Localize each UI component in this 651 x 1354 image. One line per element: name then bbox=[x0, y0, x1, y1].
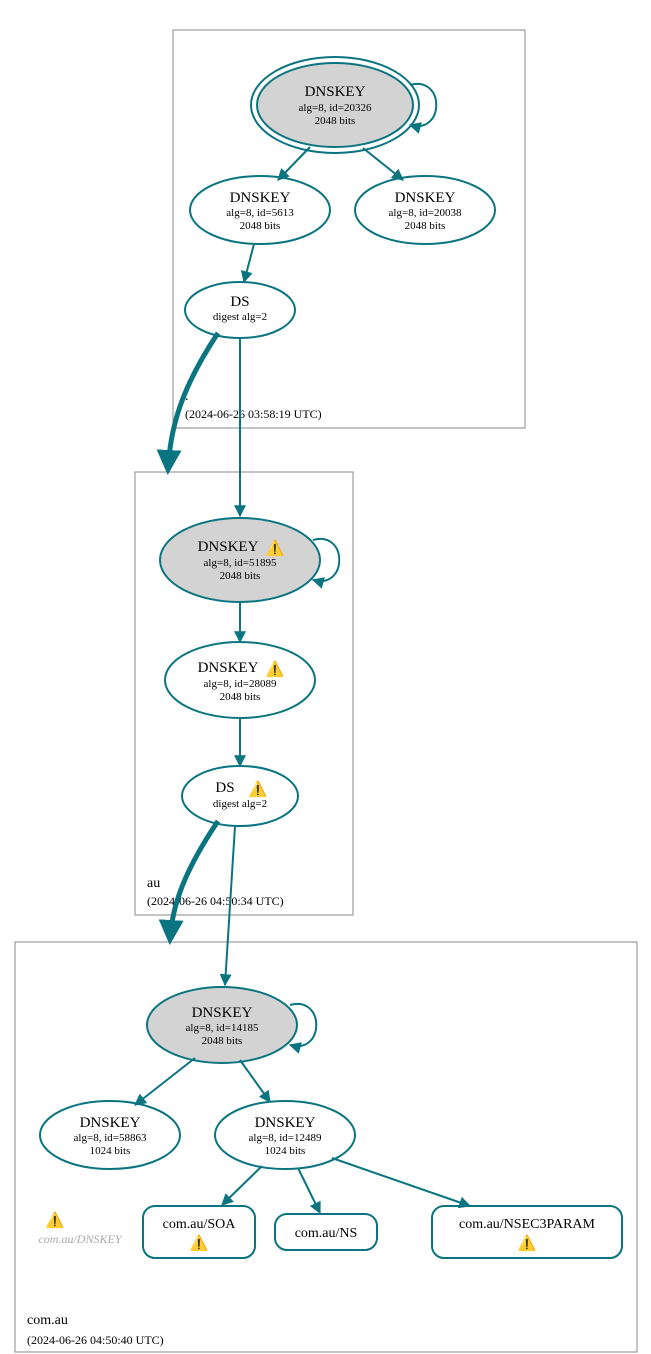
warning-icon: ⚠️ bbox=[190, 1234, 209, 1252]
svg-text:2048 bits: 2048 bits bbox=[202, 1035, 243, 1047]
rrset-ns: com.au/NS bbox=[275, 1214, 377, 1250]
zone-root-timestamp: (2024-06-26 03:58:19 UTC) bbox=[185, 407, 322, 421]
node-au-ksk: DNSKEY ⚠️ alg=8, id=51895 2048 bits bbox=[160, 518, 320, 602]
svg-text:2048 bits: 2048 bits bbox=[315, 115, 356, 127]
svg-text:alg=8, id=51895: alg=8, id=51895 bbox=[204, 557, 277, 569]
svg-text:alg=8, id=14185: alg=8, id=14185 bbox=[186, 1022, 259, 1034]
edge-zsk2-to-ns bbox=[298, 1168, 320, 1213]
node-comau-zsk1: DNSKEY alg=8, id=58863 1024 bits bbox=[40, 1101, 180, 1169]
warning-icon: ⚠️ bbox=[46, 1211, 65, 1229]
svg-text:alg=8, id=58863: alg=8, id=58863 bbox=[74, 1132, 147, 1144]
zone-au-timestamp: (2024-06-26 04:50:34 UTC) bbox=[147, 894, 284, 908]
rrset-soa: com.au/SOA ⚠️ bbox=[143, 1206, 255, 1258]
edge-comau-ksk-to-zsk2 bbox=[240, 1060, 270, 1102]
zone-comau-label: com.au bbox=[27, 1313, 68, 1328]
svg-text:DS: DS bbox=[215, 780, 234, 796]
svg-text:DNSKEY: DNSKEY bbox=[255, 1115, 316, 1131]
node-au-ds: DS ⚠️ digest alg=2 bbox=[182, 766, 298, 826]
edge-root-ksk-to-zsk1 bbox=[278, 147, 310, 180]
svg-text:com.au/NS: com.au/NS bbox=[295, 1226, 358, 1241]
svg-text:alg=8, id=12489: alg=8, id=12489 bbox=[249, 1132, 322, 1144]
warning-icon: ⚠️ bbox=[266, 539, 285, 557]
svg-text:alg=8, id=5613: alg=8, id=5613 bbox=[226, 207, 294, 219]
svg-text:1024 bits: 1024 bits bbox=[265, 1145, 306, 1157]
svg-text:DNSKEY: DNSKEY bbox=[198, 660, 259, 676]
svg-text:com.au/NSEC3PARAM: com.au/NSEC3PARAM bbox=[459, 1217, 596, 1232]
svg-text:DNSKEY: DNSKEY bbox=[305, 84, 366, 100]
svg-text:alg=8, id=28089: alg=8, id=28089 bbox=[204, 678, 277, 690]
node-root-ksk: DNSKEY alg=8, id=20326 2048 bits bbox=[251, 57, 419, 153]
svg-text:DNSKEY: DNSKEY bbox=[395, 190, 456, 206]
svg-text:DNSKEY: DNSKEY bbox=[230, 190, 291, 206]
edge-comau-ksk-to-zsk1 bbox=[135, 1058, 195, 1105]
svg-text:2048 bits: 2048 bits bbox=[405, 220, 446, 232]
edge-root-ksk-to-zsk2 bbox=[363, 148, 403, 180]
node-root-ds: DS digest alg=2 bbox=[185, 282, 295, 338]
svg-text:digest alg=2: digest alg=2 bbox=[213, 311, 267, 323]
svg-text:com.au/DNSKEY: com.au/DNSKEY bbox=[38, 1232, 122, 1246]
warning-icon: ⚠️ bbox=[266, 660, 285, 678]
zone-au-label: au bbox=[147, 876, 160, 891]
svg-text:com.au/SOA: com.au/SOA bbox=[163, 1217, 237, 1232]
svg-text:1024 bits: 1024 bits bbox=[90, 1145, 131, 1157]
svg-text:DNSKEY: DNSKEY bbox=[80, 1115, 141, 1131]
svg-text:alg=8, id=20326: alg=8, id=20326 bbox=[299, 102, 372, 114]
node-root-zsk2: DNSKEY alg=8, id=20038 2048 bits bbox=[355, 176, 495, 244]
node-au-zsk: DNSKEY ⚠️ alg=8, id=28089 2048 bits bbox=[165, 642, 315, 718]
warning-icon: ⚠️ bbox=[518, 1234, 537, 1252]
edge-root-zsk1-to-ds bbox=[244, 244, 254, 282]
warning-icon: ⚠️ bbox=[249, 780, 268, 798]
svg-text:DNSKEY: DNSKEY bbox=[192, 1005, 253, 1021]
svg-text:DS: DS bbox=[230, 294, 249, 310]
svg-text:DNSKEY: DNSKEY bbox=[198, 539, 259, 555]
svg-text:2048 bits: 2048 bits bbox=[220, 691, 261, 703]
edge-zsk2-to-soa bbox=[222, 1166, 262, 1205]
svg-text:alg=8, id=20038: alg=8, id=20038 bbox=[389, 207, 462, 219]
edge-root-ds-to-au-zone bbox=[168, 333, 218, 470]
edge-au-ds-to-comau-zone bbox=[170, 821, 218, 940]
node-comau-ksk: DNSKEY alg=8, id=14185 2048 bits bbox=[147, 987, 297, 1063]
zone-comau-timestamp: (2024-06-26 04:50:40 UTC) bbox=[27, 1333, 164, 1347]
edge-zsk2-to-nsec3param bbox=[332, 1158, 470, 1206]
node-comau-dnskey-ghost: ⚠️ com.au/DNSKEY bbox=[38, 1211, 122, 1246]
node-root-zsk1: DNSKEY alg=8, id=5613 2048 bits bbox=[190, 176, 330, 244]
svg-text:digest alg=2: digest alg=2 bbox=[213, 798, 267, 810]
svg-text:2048 bits: 2048 bits bbox=[220, 570, 261, 582]
rrset-nsec3param: com.au/NSEC3PARAM ⚠️ bbox=[432, 1206, 622, 1258]
svg-text:2048 bits: 2048 bits bbox=[240, 220, 281, 232]
